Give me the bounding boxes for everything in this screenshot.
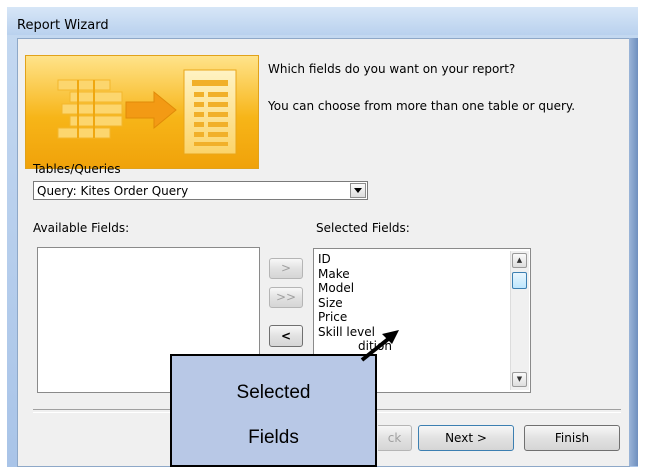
selected-field-item[interactable]: ID: [318, 252, 530, 267]
add-all-fields-button[interactable]: >>: [269, 287, 303, 308]
table-to-report-icon: [57, 69, 237, 155]
window-title: Report Wizard: [17, 18, 109, 33]
selected-fields-callout: Selected Fields: [170, 354, 377, 467]
dropdown-arrow-button[interactable]: [350, 183, 366, 198]
wizard-hint: You can choose from more than one table …: [268, 99, 576, 113]
tables-queries-label: Tables/Queries: [33, 162, 121, 176]
next-button-label: Next >: [445, 431, 487, 445]
selected-field-item[interactable]: Skill level: [318, 325, 530, 340]
callout-line-1: Selected: [236, 382, 311, 403]
finish-button[interactable]: Finish: [524, 425, 620, 451]
wizard-question: Which fields do you want on your report?: [268, 62, 516, 76]
chevron-down-icon: [354, 188, 362, 193]
selected-field-item[interactable]: Size: [318, 296, 530, 311]
remove-field-button[interactable]: <: [269, 325, 303, 347]
selected-field-item[interactable]: dition: [318, 339, 530, 354]
selected-fields-label: Selected Fields:: [316, 221, 410, 235]
tables-queries-value: Query: Kites Order Query: [37, 184, 189, 198]
selected-fields-items: ID Make Model Size Price Skill level dition: [314, 249, 530, 354]
available-fields-label: Available Fields:: [33, 221, 130, 235]
next-button[interactable]: Next >: [418, 425, 514, 451]
back-button[interactable]: ck: [378, 425, 412, 451]
scroll-down-button[interactable]: ▼: [512, 372, 527, 387]
callout-line-2: Fields: [248, 427, 299, 448]
selected-field-item[interactable]: Model: [318, 281, 530, 296]
add-field-button[interactable]: >: [269, 258, 303, 279]
selected-field-item[interactable]: Make: [318, 267, 530, 282]
wizard-banner-image: [25, 55, 259, 169]
selected-field-item[interactable]: Price: [318, 310, 530, 325]
scroll-up-button[interactable]: ▲: [512, 253, 527, 268]
selected-fields-scrollbar[interactable]: ▲ ▼: [510, 251, 529, 390]
tables-queries-select[interactable]: Query: Kites Order Query: [33, 181, 368, 200]
window-border-right: [629, 38, 638, 466]
scroll-thumb[interactable]: [512, 272, 527, 289]
